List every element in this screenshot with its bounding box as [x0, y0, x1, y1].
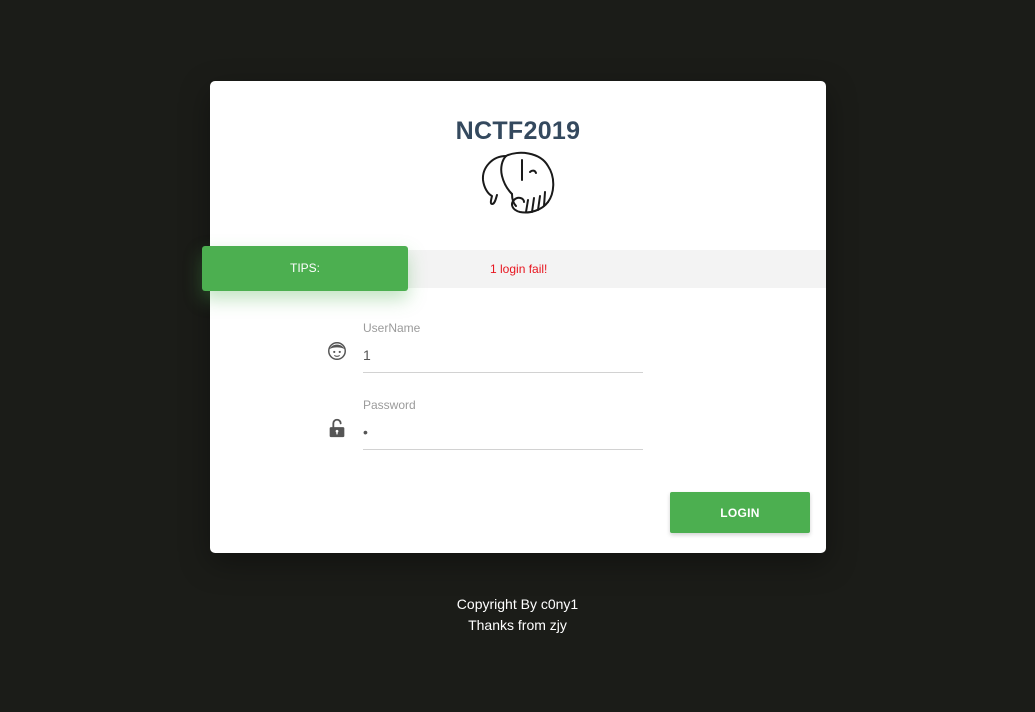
face-icon [328, 342, 346, 360]
tips-message: 1 login fail! [490, 262, 548, 276]
elephant-icon [481, 151, 555, 214]
page-title: NCTF2019 [455, 117, 581, 145]
footer-copyright: Copyright By c0ny1 [456, 596, 579, 612]
username-field: UserName [328, 321, 643, 373]
username-input[interactable] [363, 341, 643, 373]
tips-label: TIPS: [202, 246, 408, 291]
unlock-icon [329, 418, 345, 438]
page: NCTF2019 1 login fail! TIPS: UserName 1 … [0, 0, 1035, 712]
footer-thanks: Thanks from zjy [468, 617, 567, 633]
password-label: Password [363, 398, 416, 412]
footer: Copyright By c0ny1 Thanks from zjy [0, 594, 1035, 636]
password-field: Password [329, 398, 643, 450]
login-button[interactable]: LOGIN [670, 492, 810, 533]
password-input[interactable] [363, 418, 643, 450]
username-label: UserName [363, 321, 421, 335]
login-card: NCTF2019 1 login fail! TIPS: UserName 1 … [202, 81, 826, 553]
